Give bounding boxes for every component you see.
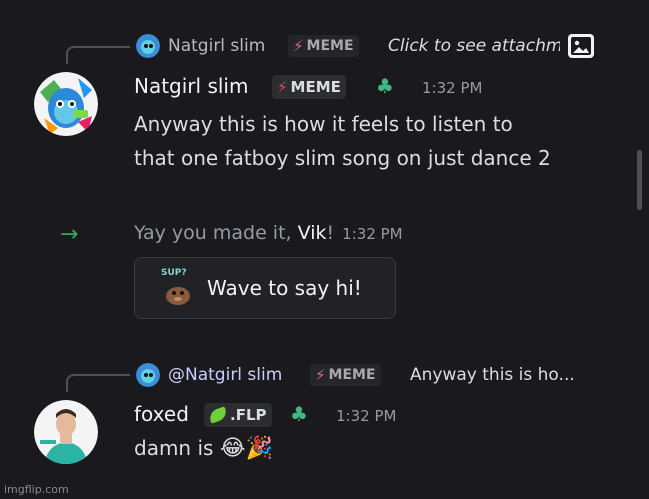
image-icon[interactable] — [568, 34, 594, 58]
role-badge: ⚡ MEME — [272, 75, 346, 99]
leaf-icon — [207, 406, 229, 424]
reply-connector — [66, 46, 130, 64]
joy-emoji[interactable]: 😂 — [220, 436, 246, 461]
reply-role-badge: ⚡ MEME — [288, 35, 359, 57]
timestamp: 1:32 PM — [342, 225, 403, 243]
reply-connector — [66, 374, 130, 392]
join-message: Yay you made it, Vik! 1:32 PM — [134, 222, 403, 244]
message-line: that one fatboy slim song on just dance … — [134, 146, 551, 170]
natgirl-avatar[interactable] — [34, 72, 98, 136]
reply-author[interactable]: Natgirl slim — [168, 36, 265, 56]
message-line: Anyway this is how it feels to listen to — [134, 112, 513, 136]
watermark: imgflip.com — [4, 483, 69, 496]
message-line: damn is 😂🎉 — [134, 436, 273, 461]
bolt-icon: ⚡ — [293, 37, 304, 55]
message-author[interactable]: foxed — [134, 402, 189, 426]
timestamp: 1:32 PM — [422, 79, 483, 97]
clover-icon: ♣ — [376, 74, 394, 98]
reply-avatar[interactable] — [136, 363, 160, 387]
reply-role-badge: ⚡ MEME — [310, 364, 381, 386]
message-author[interactable]: Natgirl slim — [134, 74, 248, 98]
reply-avatar[interactable] — [136, 34, 160, 58]
scrollbar-thumb[interactable] — [637, 150, 642, 210]
role-badge: .FLP — [204, 403, 272, 427]
wave-sticker-icon: SUP? — [161, 268, 193, 306]
joined-user[interactable]: Vik — [298, 222, 327, 244]
wave-label: Wave to say hi! — [207, 276, 362, 300]
bolt-icon: ⚡ — [315, 366, 326, 384]
arrow-right-icon: → — [60, 222, 79, 247]
timestamp: 1:32 PM — [336, 407, 397, 425]
foxed-avatar[interactable] — [34, 400, 98, 464]
reply-mention[interactable]: @Natgirl slim — [168, 365, 282, 385]
clover-icon: ♣ — [290, 402, 308, 426]
bolt-icon: ⚡ — [277, 78, 288, 96]
party-emoji[interactable]: 🎉 — [246, 436, 273, 461]
reply-preview[interactable]: Click to see attachment — [388, 36, 560, 56]
wave-button[interactable]: SUP? Wave to say hi! — [134, 257, 396, 319]
reply-preview[interactable]: Anyway this is ho... — [410, 365, 575, 385]
